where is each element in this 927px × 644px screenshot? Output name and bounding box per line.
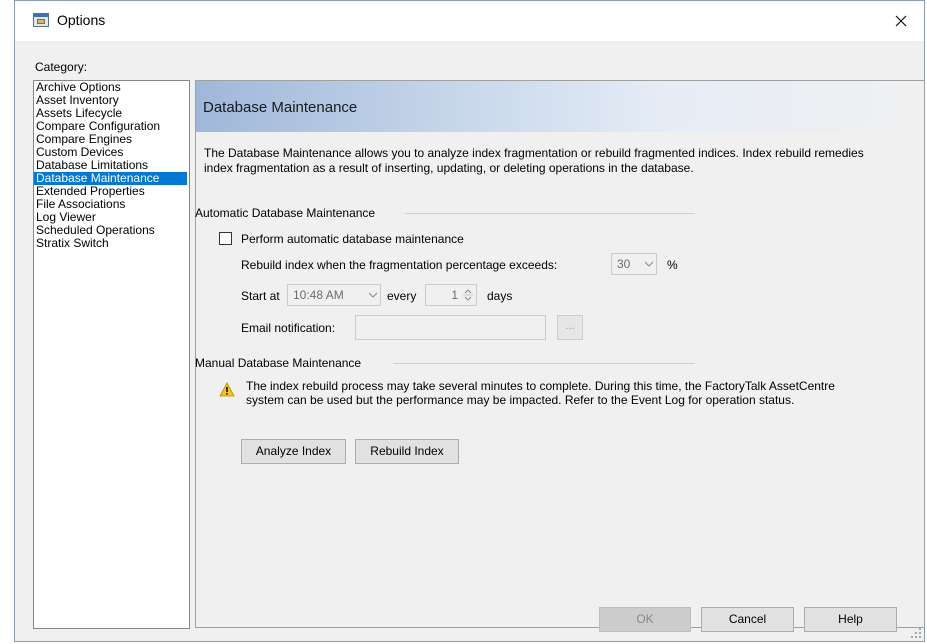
ok-button[interactable]: OK	[599, 607, 691, 632]
close-icon	[895, 15, 907, 27]
email-browse-button[interactable]: ...	[557, 315, 583, 340]
category-label: Category:	[35, 60, 88, 74]
rebuild-threshold-label: Rebuild index when the fragmentation per…	[241, 258, 558, 272]
every-days-stepper[interactable]: 1	[425, 284, 477, 306]
every-label: every	[387, 289, 417, 303]
manual-group-divider	[393, 363, 695, 364]
automatic-group-divider	[405, 213, 695, 214]
percent-sign: %	[667, 258, 678, 272]
rebuild-index-button[interactable]: Rebuild Index	[355, 439, 459, 464]
start-at-label: Start at	[241, 289, 280, 303]
rebuild-warning-text: The index rebuild process may take sever…	[246, 379, 835, 407]
title-bar[interactable]: Options	[15, 1, 924, 41]
spin-arrows-icon	[463, 289, 473, 301]
window-title: Options	[57, 12, 106, 28]
settings-panel: Database Maintenance The Database Mainte…	[195, 80, 925, 628]
every-days-value: 1	[451, 288, 458, 302]
days-label: days	[487, 289, 513, 303]
options-dialog: Options Category: Archive Options Asset …	[14, 0, 925, 642]
fragmentation-percentage-value: 30	[617, 257, 631, 271]
warning-icon	[219, 382, 235, 397]
close-button[interactable]	[878, 1, 924, 41]
auto-maintenance-label: Perform automatic database maintenance	[241, 232, 464, 246]
automatic-group-title: Automatic Database Maintenance	[195, 206, 376, 220]
panel-header: Database Maintenance	[196, 81, 924, 132]
panel-title: Database Maintenance	[203, 99, 358, 116]
start-time-value: 10:48 AM	[293, 288, 344, 302]
analyze-index-button[interactable]: Analyze Index	[241, 439, 346, 464]
email-notification-input[interactable]	[355, 315, 546, 340]
cancel-button[interactable]: Cancel	[701, 607, 794, 632]
chevron-down-icon	[369, 292, 377, 298]
auto-maintenance-checkbox[interactable]	[219, 232, 232, 245]
manual-group-title: Manual Database Maintenance	[195, 356, 362, 370]
panel-description: The Database Maintenance allows you to a…	[204, 146, 864, 175]
chevron-down-icon	[645, 261, 653, 267]
resize-grip-icon[interactable]	[910, 627, 922, 639]
fragmentation-percentage-select[interactable]: 30	[611, 253, 657, 275]
category-list[interactable]: Archive Options Asset Inventory Assets L…	[33, 80, 190, 629]
email-notification-label: Email notification:	[241, 321, 336, 335]
help-button[interactable]: Help	[804, 607, 897, 632]
app-icon	[33, 13, 49, 27]
start-time-picker[interactable]: 10:48 AM	[287, 284, 381, 306]
category-item-stratix-switch[interactable]: Stratix Switch	[34, 237, 187, 250]
